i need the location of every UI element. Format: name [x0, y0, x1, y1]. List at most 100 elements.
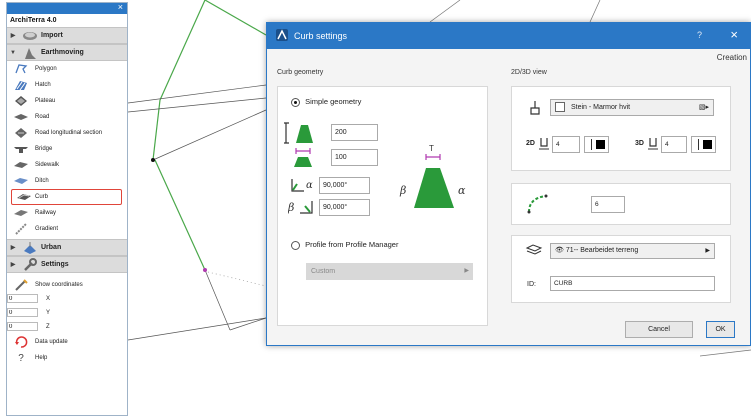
- terrain-line: [229, 317, 267, 331]
- green-boundary-line: [154, 159, 206, 271]
- palette-item-label: Bridge: [35, 146, 53, 152]
- palette-item-railway[interactable]: Railway: [7, 205, 127, 221]
- coordinate-x-field[interactable]: [7, 294, 38, 303]
- gradient-icon: [7, 223, 35, 235]
- vertex-point: [203, 268, 207, 272]
- material-value: Stein - Marmor hvit: [570, 104, 631, 111]
- hatch-icon: [7, 79, 35, 91]
- palette-item-label: Curb: [35, 194, 49, 200]
- palette-item-road[interactable]: Road: [7, 109, 127, 125]
- help-item[interactable]: ? Help: [7, 350, 127, 366]
- id-field[interactable]: CURB: [550, 276, 715, 291]
- simple-geometry-radio[interactable]: [291, 97, 300, 107]
- palette-titlebar: ×: [7, 3, 127, 14]
- palette-item-label: Plateau: [35, 98, 56, 104]
- palette-app-title: ArchiTerra 4.0: [10, 17, 57, 24]
- palette-item-hatch[interactable]: Hatch: [7, 77, 127, 93]
- palette-item-curb[interactable]: Curb: [11, 189, 122, 205]
- profile-manager-option[interactable]: Profile from Profile Manager: [291, 240, 398, 250]
- pen-3d-color-swatch[interactable]: [691, 136, 716, 153]
- palette-item-label: Hatch: [35, 82, 51, 88]
- help-button[interactable]: ?: [697, 30, 702, 40]
- segments-curve-icon: [527, 194, 548, 214]
- urban-icon: [19, 241, 41, 255]
- layer-value: 71-- Bearbeidet terreng: [565, 247, 639, 254]
- data-update-item[interactable]: Data update: [7, 334, 127, 350]
- palette-item-plateau[interactable]: Plateau: [7, 93, 127, 109]
- material-select[interactable]: Stein - Marmor hvit ▧▸: [550, 99, 714, 116]
- coordinate-y-field[interactable]: [7, 308, 38, 317]
- chevron-right-icon[interactable]: ▶: [7, 32, 19, 39]
- palette-item-sidewalk[interactable]: Sidewalk: [7, 157, 127, 173]
- beta-angle-icon: β: [288, 201, 313, 214]
- palette-item-bridge[interactable]: Bridge: [7, 141, 127, 157]
- coordinate-z-field[interactable]: [7, 322, 38, 331]
- terrain-line: [589, 0, 601, 23]
- top-width-icon: [294, 148, 312, 167]
- terrain-line: [699, 349, 751, 357]
- wrench-icon: [19, 257, 41, 272]
- mode-label: Creation: [716, 53, 747, 62]
- palette-item-label: Road: [35, 114, 50, 120]
- group-settings[interactable]: ▶ Settings: [7, 256, 127, 273]
- pen-3d-field[interactable]: 4: [661, 136, 687, 153]
- material-swatch: [555, 102, 565, 112]
- chevron-right-icon[interactable]: ▶: [7, 244, 19, 251]
- architerra-palette: × ArchiTerra 4.0 ▶ Import ▼ Earthmoving …: [6, 2, 128, 416]
- show-coordinates-item[interactable]: Show coordinates: [7, 277, 127, 293]
- alpha-angle-icon: α: [291, 179, 313, 192]
- terrain-line: [204, 269, 231, 331]
- material-brush-icon: [530, 101, 540, 115]
- palette-item-label: Ditch: [35, 178, 49, 184]
- height-field[interactable]: 200: [331, 124, 378, 141]
- top-width-field[interactable]: 100: [331, 149, 378, 166]
- coordinate-x-row: X: [7, 293, 127, 304]
- profile-select-value: Custom: [311, 268, 336, 275]
- polygon-icon: [7, 63, 35, 75]
- view-settings-panel: Stein - Marmor hvit ▧▸ 2D 4 3D 4: [511, 86, 731, 171]
- refresh-icon: [7, 336, 35, 348]
- profile-select[interactable]: Custom ▶: [306, 263, 473, 280]
- palette-close-icon[interactable]: ×: [118, 3, 123, 12]
- curb-icon: [12, 192, 35, 202]
- dialog-titlebar: Curb settings ? ×: [267, 23, 750, 49]
- ditch-icon: [7, 176, 35, 186]
- palette-item-label: Polygon: [35, 66, 57, 72]
- help-label: Help: [35, 355, 48, 361]
- pen-3d-label: 3D: [635, 140, 644, 147]
- view-2d3d-label: 2D/3D view: [511, 69, 547, 76]
- cancel-button[interactable]: Cancel: [625, 321, 693, 338]
- alpha-field[interactable]: 90,000°: [319, 177, 370, 194]
- beta-field[interactable]: 90,000°: [319, 199, 370, 216]
- profile-manager-radio[interactable]: [291, 240, 300, 250]
- terrain-line: [429, 0, 461, 23]
- railway-icon: [7, 209, 35, 217]
- palette-item-polygon[interactable]: Polygon: [7, 61, 127, 77]
- green-boundary-line: [159, 0, 206, 101]
- svg-text:β: β: [399, 184, 406, 197]
- group-import[interactable]: ▶ Import: [7, 27, 127, 44]
- palette-item-ditch[interactable]: Ditch: [7, 173, 127, 189]
- dotted-line: [207, 271, 267, 287]
- close-button[interactable]: ×: [730, 27, 738, 42]
- group-urban[interactable]: ▶ Urban: [7, 239, 127, 256]
- segments-panel: 6: [511, 183, 731, 225]
- pen-2d-field[interactable]: 4: [552, 136, 580, 153]
- group-earthmoving[interactable]: ▼ Earthmoving: [7, 44, 127, 61]
- material-picker-icon: ▧▸: [698, 104, 709, 111]
- sidewalk-icon: [7, 161, 35, 169]
- chevron-down-icon[interactable]: ▼: [7, 50, 19, 56]
- coordinate-y-label: Y: [46, 309, 51, 316]
- pen-2d-color-swatch[interactable]: [584, 136, 609, 153]
- layer-select[interactable]: 👁 71-- Bearbeidet terreng ▶: [550, 243, 715, 259]
- bridge-icon: [7, 144, 35, 154]
- segments-field[interactable]: 6: [591, 196, 625, 213]
- ok-button[interactable]: OK: [706, 321, 735, 338]
- palette-item-gradient[interactable]: Gradient: [7, 221, 127, 237]
- pencil-icon: [7, 279, 35, 291]
- palette-item-road-longitudinal-section[interactable]: Road longitudinal section: [7, 125, 127, 141]
- coordinate-y-row: Y: [7, 307, 127, 318]
- chevron-right-icon[interactable]: ▶: [7, 261, 19, 268]
- question-icon: ?: [18, 352, 24, 364]
- simple-geometry-option[interactable]: Simple geometry: [291, 97, 361, 107]
